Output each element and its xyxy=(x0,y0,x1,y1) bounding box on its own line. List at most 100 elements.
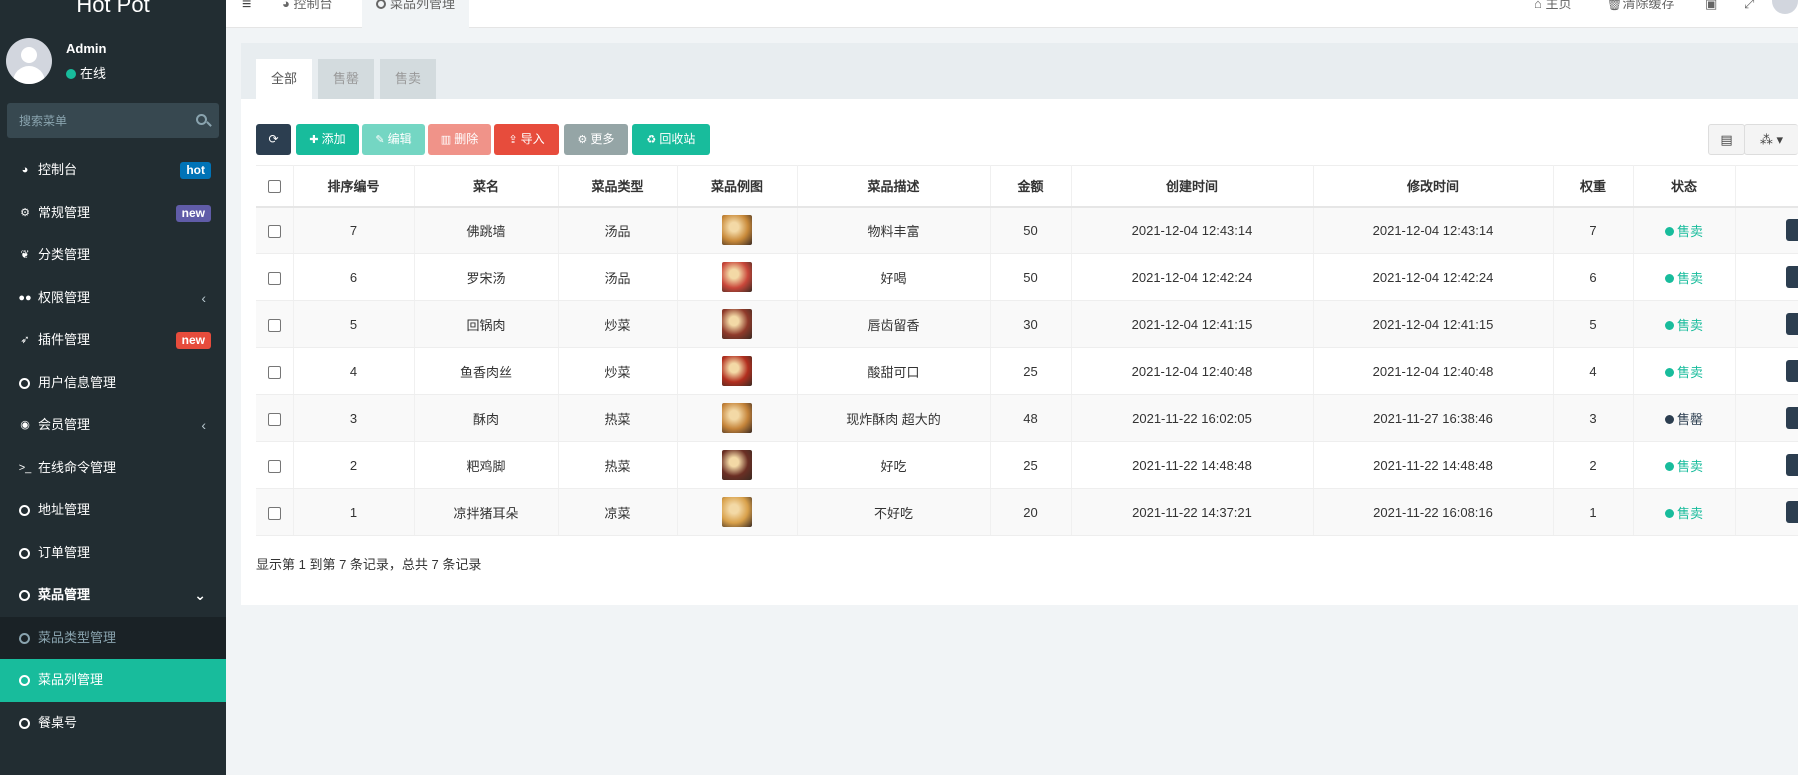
tab-dashboard[interactable]: ◕ 控制台 xyxy=(268,0,346,28)
column-header[interactable]: 菜名 xyxy=(414,165,559,208)
column-header[interactable]: 菜品描述 xyxy=(797,165,991,208)
dish-thumbnail[interactable] xyxy=(722,403,752,433)
dish-thumbnail[interactable] xyxy=(722,356,752,386)
toggle-view-button[interactable]: ▤ xyxy=(1708,124,1745,155)
status-cell[interactable]: 售卖 xyxy=(1633,253,1736,301)
more-button[interactable]: ⚙ 更多 xyxy=(564,124,628,155)
sidebar-item-dish-list[interactable]: 菜品列管理 xyxy=(0,659,226,702)
drag-move-button[interactable]: ✥ xyxy=(1785,407,1798,429)
drag-move-button[interactable]: ✥ xyxy=(1785,454,1798,476)
sidebar-item-dashboard[interactable]: ◕ 控制台 hot xyxy=(0,149,226,192)
dish-name-cell: 罗宋汤 xyxy=(414,253,559,301)
row-checkbox[interactable] xyxy=(267,365,281,379)
select-all-checkbox[interactable] xyxy=(267,180,281,194)
clear-cache-button[interactable]: 🗑清除缓存 xyxy=(1606,0,1675,13)
status-badge[interactable]: 售卖 xyxy=(1664,318,1703,333)
refresh-button[interactable]: ⟳ xyxy=(256,124,291,155)
table-row[interactable]: 3 酥肉 热菜 现炸酥肉 超大的 48 2021-11-22 16:02:05 2021-1… xyxy=(256,394,1798,442)
column-header[interactable]: 菜品例图 xyxy=(677,165,798,208)
sidebar-item-dish[interactable]: 菜品管理 ⌄ xyxy=(0,574,226,617)
status-cell[interactable]: 售卖 xyxy=(1633,488,1736,536)
drag-move-button[interactable]: ✥ xyxy=(1785,313,1798,335)
chevron-down-icon: ⌄ xyxy=(194,587,206,603)
edit-button[interactable]: ✎ 编辑 xyxy=(362,124,425,155)
operate-cell: ✥ xyxy=(1735,253,1798,301)
row-checkbox[interactable] xyxy=(267,318,281,332)
row-checkbox[interactable] xyxy=(267,459,281,473)
sidebar-item-auth[interactable]: ●● 权限管理 ‹ xyxy=(0,277,226,320)
status-cell[interactable]: 售卖 xyxy=(1633,206,1736,254)
chevron-left-icon: ‹ xyxy=(201,417,206,433)
column-header[interactable]: 权重 xyxy=(1553,165,1634,208)
drag-move-button[interactable]: ✥ xyxy=(1785,501,1798,523)
drag-move-button[interactable]: ✥ xyxy=(1785,360,1798,382)
tab-dish-list[interactable]: 菜品列管理 xyxy=(362,0,470,28)
status-badge[interactable]: 售卖 xyxy=(1664,271,1703,286)
columns-button[interactable]: ⁂ ▾ xyxy=(1744,124,1798,155)
status-cell[interactable]: 售卖 xyxy=(1633,441,1736,489)
sidebar-item-address[interactable]: 地址管理 xyxy=(0,489,226,532)
table-row[interactable]: 4 鱼香肉丝 炒菜 酸甜可口 25 2021-12-04 12:40:48 2021-12-… xyxy=(256,347,1798,395)
table-body: 7 佛跳墙 汤品 物料丰富 50 2021-12-04 12:43:14 2021-12-0… xyxy=(256,206,1798,536)
sidebar-item-addon[interactable]: ➶ 插件管理 new xyxy=(0,319,226,362)
import-button[interactable]: ⇪ 导入 xyxy=(494,124,559,155)
table-row[interactable]: 6 罗宋汤 汤品 好喝 50 2021-12-04 12:42:24 2021-12-04 … xyxy=(256,253,1798,301)
column-header[interactable]: 金额 xyxy=(990,165,1072,208)
status-badge[interactable]: 售卖 xyxy=(1664,365,1703,380)
avatar[interactable] xyxy=(1772,0,1798,14)
sidebar-item-member[interactable]: ◉ 会员管理 ‹ xyxy=(0,404,226,447)
column-header[interactable]: 菜品类型 xyxy=(558,165,678,208)
brand-logo[interactable]: Hot Pot xyxy=(0,0,226,14)
row-checkbox[interactable] xyxy=(267,224,281,238)
status-badge[interactable]: 售卖 xyxy=(1664,224,1703,239)
table-row[interactable]: 5 回锅肉 炒菜 唇齿留香 30 2021-12-04 12:41:15 2021-12-0… xyxy=(256,300,1798,348)
status-cell[interactable]: 售卖 xyxy=(1633,300,1736,348)
user-panel: Admin 在线 xyxy=(6,36,220,86)
tab-sold-out[interactable]: 售罄 xyxy=(318,59,375,99)
dish-thumbnail[interactable] xyxy=(722,309,752,339)
sidebar-item-table-no[interactable]: 餐桌号 xyxy=(0,702,226,745)
recycle-icon: ♻ xyxy=(646,134,657,146)
row-checkbox[interactable] xyxy=(267,412,281,426)
status-cell[interactable]: 售卖 xyxy=(1633,347,1736,395)
column-header[interactable]: 状态 xyxy=(1633,165,1736,208)
add-button[interactable]: ✚ 添加 xyxy=(296,124,359,155)
table-row[interactable]: 1 凉拌猪耳朵 凉菜 不好吃 20 2021-11-22 14:37:21 2021-11-… xyxy=(256,488,1798,536)
dish-thumbnail[interactable] xyxy=(722,215,752,246)
drag-move-button[interactable]: ✥ xyxy=(1785,266,1798,288)
circle-icon xyxy=(19,717,30,729)
drag-move-button[interactable]: ✥ xyxy=(1785,219,1798,242)
sidebar-item-userinfo[interactable]: 用户信息管理 xyxy=(0,362,226,405)
menu-toggle-icon[interactable]: ≡ xyxy=(242,0,251,14)
row-checkbox[interactable] xyxy=(267,271,281,285)
dish-thumbnail[interactable] xyxy=(722,450,752,480)
language-icon[interactable]: ▣ xyxy=(1705,0,1717,13)
status-badge[interactable]: 售罄 xyxy=(1664,412,1703,427)
sidebar-item-command[interactable]: >_ 在线命令管理 xyxy=(0,447,226,490)
sidebar-item-order[interactable]: 订单管理 xyxy=(0,532,226,575)
sidebar-item-category[interactable]: ❦ 分类管理 xyxy=(0,234,226,277)
operate-cell: ✥ xyxy=(1735,488,1798,536)
column-header[interactable]: 创建时间 xyxy=(1071,165,1314,208)
column-header[interactable]: 修改时间 xyxy=(1313,165,1554,208)
tab-on-sale[interactable]: 售卖 xyxy=(380,59,437,99)
delete-button[interactable]: ▥ 删除 xyxy=(428,124,491,155)
sidebar-item-dish-type[interactable]: 菜品类型管理 xyxy=(0,616,226,659)
table-row[interactable]: 7 佛跳墙 汤品 物料丰富 50 2021-12-04 12:43:14 2021-12-0… xyxy=(256,206,1798,254)
column-header[interactable]: 排序编号 xyxy=(293,165,415,208)
dish-thumbnail[interactable] xyxy=(722,497,752,527)
status-badge[interactable]: 售卖 xyxy=(1664,506,1703,521)
status-cell[interactable]: 售罄 xyxy=(1633,394,1736,442)
status-badge[interactable]: 售卖 xyxy=(1664,459,1703,474)
search-icon[interactable] xyxy=(196,114,207,125)
tab-all[interactable]: 全部 xyxy=(256,59,313,99)
home-link[interactable]: ⌂ 主页 xyxy=(1534,0,1571,13)
sidebar-item-general[interactable]: ⚙ 常规管理 new xyxy=(0,192,226,235)
recycle-bin-button[interactable]: ♻ 回收站 xyxy=(632,124,710,155)
menu-search-input[interactable] xyxy=(7,103,187,138)
dish-thumbnail[interactable] xyxy=(722,262,752,292)
fullscreen-icon[interactable]: ⤢ xyxy=(1744,0,1754,13)
row-checkbox[interactable] xyxy=(267,506,281,520)
table-row[interactable]: 2 粑鸡脚 热菜 好吃 25 2021-11-22 14:48:48 2021-11-22 … xyxy=(256,441,1798,489)
price-cell: 50 xyxy=(990,206,1072,254)
